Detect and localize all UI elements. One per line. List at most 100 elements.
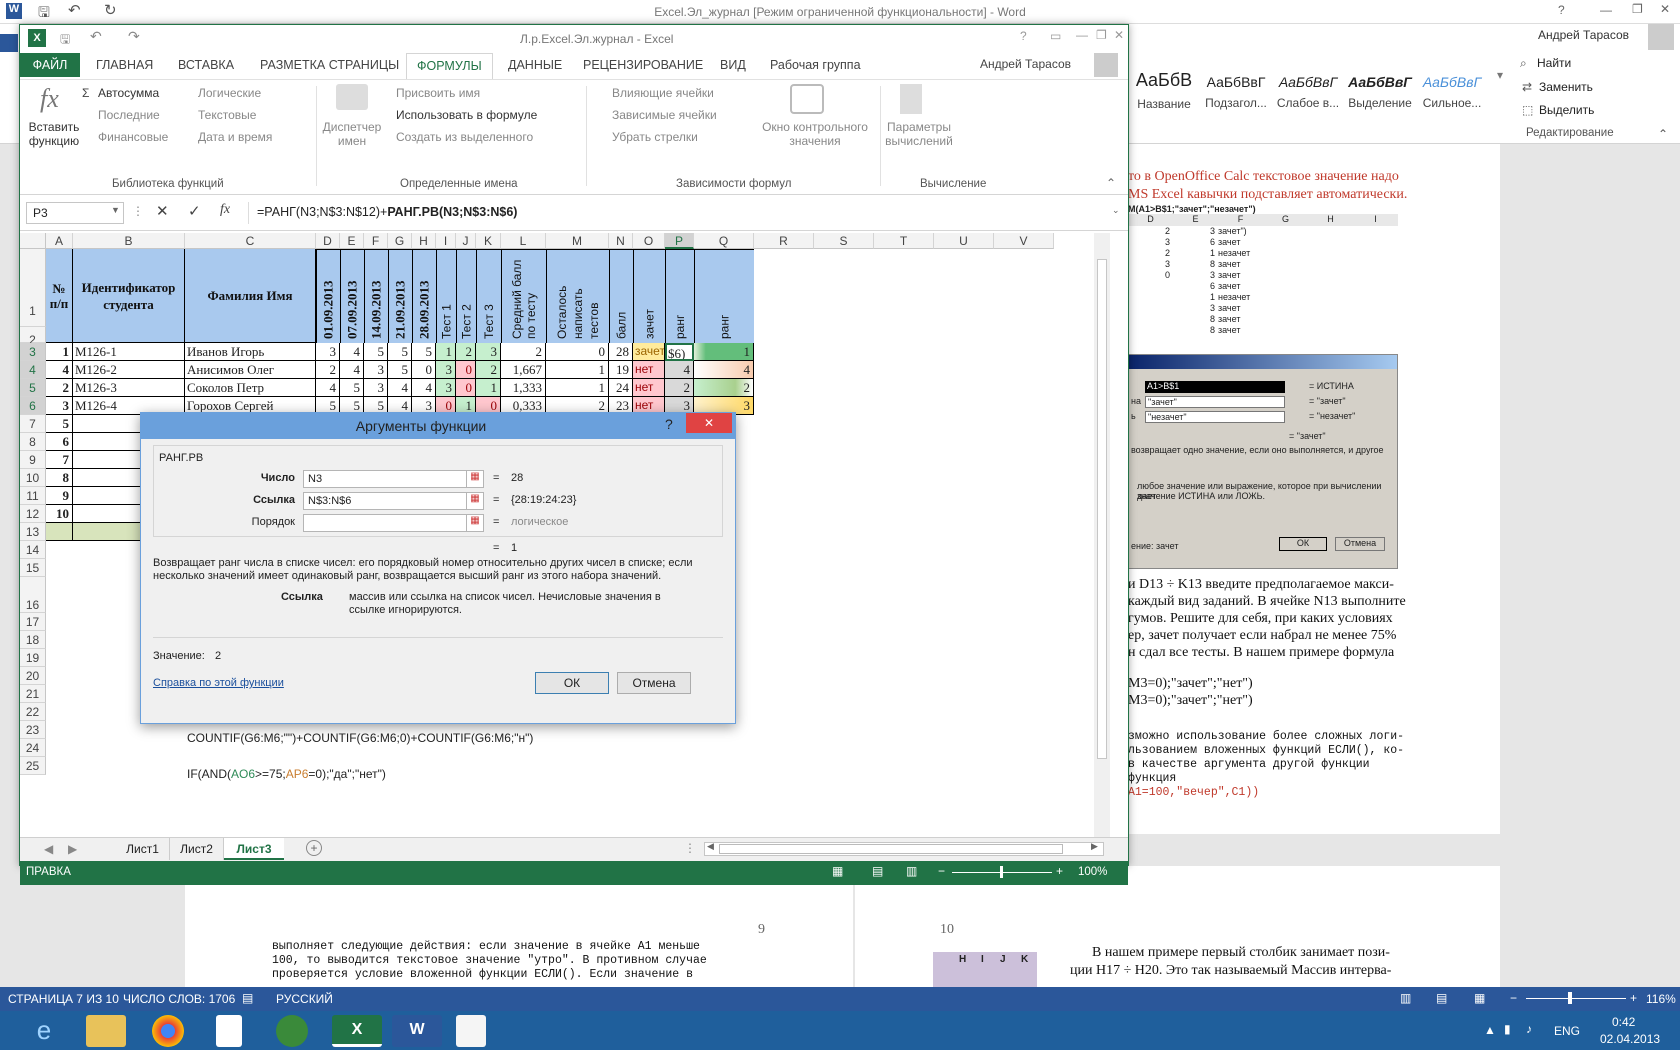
trace-dependents-button[interactable]: Зависимые ячейки bbox=[612, 108, 717, 122]
row-header[interactable]: 5 bbox=[20, 379, 46, 397]
row-header[interactable]: 2 bbox=[20, 327, 46, 347]
cell-tests-left[interactable]: 0 bbox=[546, 343, 609, 361]
cell-grade[interactable]: 2 bbox=[316, 361, 340, 379]
excel-help-icon[interactable]: ? bbox=[1020, 29, 1027, 43]
page-layout-view-icon[interactable]: ▤ bbox=[872, 864, 883, 878]
calc-options-button[interactable]: Параметры вычислений bbox=[884, 120, 954, 148]
word-taskbar-icon[interactable]: W bbox=[392, 1015, 442, 1047]
cell-grade[interactable]: 5 bbox=[412, 343, 436, 361]
zoom-slider-thumb[interactable] bbox=[1568, 992, 1572, 1004]
excel-redo-icon[interactable]: ↷ bbox=[128, 28, 140, 45]
header-date[interactable]: 21.09.2013 bbox=[388, 249, 412, 343]
row-header[interactable]: 4 bbox=[20, 361, 46, 379]
sheet-tab-2[interactable]: Лист2 bbox=[170, 838, 224, 860]
column-header[interactable]: N bbox=[609, 233, 633, 249]
row-header[interactable]: 14 bbox=[20, 541, 46, 559]
insert-function-button[interactable]: Вставить функцию bbox=[26, 120, 82, 148]
column-header[interactable]: S bbox=[814, 233, 874, 249]
use-in-formula-button[interactable]: Использовать в формуле bbox=[396, 108, 537, 122]
cell-grade[interactable]: 5 bbox=[364, 343, 388, 361]
help-link[interactable]: Справка по этой функции bbox=[153, 677, 284, 689]
tray-arrow-icon[interactable]: ▲ bbox=[1484, 1023, 1496, 1037]
formula-input[interactable]: =РАНГ(N3;N$3:N$12)+РАНГ.РВ(N3;N$3:N$6) bbox=[248, 202, 1118, 224]
trace-precedents-button[interactable]: Влияющие ячейки bbox=[612, 86, 714, 100]
input-language[interactable]: ENG bbox=[1554, 1024, 1580, 1038]
financial-button[interactable]: Финансовые bbox=[98, 130, 168, 144]
chrome-icon[interactable] bbox=[152, 1015, 184, 1047]
arg3-input[interactable] bbox=[303, 514, 467, 532]
excel-zoom-thumb[interactable] bbox=[1000, 866, 1003, 878]
datetime-button[interactable]: Дата и время bbox=[198, 130, 272, 144]
cell-a13[interactable] bbox=[46, 523, 73, 541]
select-all-corner[interactable] bbox=[20, 233, 46, 249]
explorer-icon[interactable] bbox=[86, 1015, 126, 1047]
header-test1[interactable]: Тест 1 bbox=[436, 249, 456, 343]
cell-test[interactable]: 0 bbox=[456, 361, 476, 379]
cell-number[interactable]: 9 bbox=[46, 487, 73, 505]
cell-grade[interactable]: 5 bbox=[340, 379, 364, 397]
arg3-collapse-icon[interactable]: ▦ bbox=[466, 514, 484, 532]
header-score[interactable]: балл bbox=[609, 249, 633, 343]
cell-avg[interactable]: 1,667 bbox=[501, 361, 546, 379]
cell-number[interactable]: 3 bbox=[46, 397, 73, 415]
autosum-button[interactable]: Автосумма bbox=[98, 86, 159, 100]
style-subtitle[interactable]: АаБбВвГ Подзагол... bbox=[1200, 64, 1272, 134]
read-mode-icon[interactable]: ▥ bbox=[1400, 991, 1411, 1005]
close-icon[interactable]: ✕ bbox=[1660, 2, 1670, 16]
row-header[interactable]: 9 bbox=[20, 451, 46, 469]
column-header[interactable]: Q bbox=[694, 233, 754, 249]
cell-grade[interactable]: 5 bbox=[388, 361, 412, 379]
blank-document-icon[interactable] bbox=[216, 1015, 242, 1047]
cell-tests-left[interactable]: 1 bbox=[546, 361, 609, 379]
select-button[interactable]: Выделить bbox=[1539, 103, 1594, 117]
row-header[interactable]: 11 bbox=[20, 487, 46, 505]
cell-score[interactable]: 28 bbox=[609, 343, 633, 361]
cell-grade[interactable]: 4 bbox=[340, 361, 364, 379]
column-header[interactable]: M bbox=[546, 233, 609, 249]
arg1-input[interactable] bbox=[303, 470, 467, 488]
column-header[interactable]: R bbox=[754, 233, 814, 249]
header-tests-left[interactable]: Осталось написать тестов bbox=[546, 249, 609, 343]
cell-tests-left[interactable]: 1 bbox=[546, 379, 609, 397]
ok-button[interactable]: ОК bbox=[535, 672, 609, 694]
expand-formula-bar-icon[interactable]: ⌄ bbox=[1112, 205, 1120, 216]
cell-rank-q[interactable]: 4 bbox=[694, 361, 754, 379]
row-header[interactable]: 17 bbox=[20, 613, 46, 631]
row-header[interactable]: 22 bbox=[20, 703, 46, 721]
cell-rank-p[interactable]: $6) bbox=[665, 343, 694, 361]
cell-grade[interactable]: 5 bbox=[388, 343, 412, 361]
header-pass[interactable]: зачет bbox=[633, 249, 665, 343]
cell-number[interactable]: 7 bbox=[46, 451, 73, 469]
define-name-button[interactable]: Присвоить имя bbox=[396, 86, 480, 100]
cell-student-id[interactable]: М126-1 bbox=[73, 343, 185, 361]
header-date[interactable]: 01.09.2013 bbox=[316, 249, 340, 343]
sheet-next-icon[interactable]: ▶ bbox=[68, 842, 77, 856]
row-header[interactable]: 24 bbox=[20, 739, 46, 757]
row-header[interactable]: 7 bbox=[20, 415, 46, 433]
notepad-icon[interactable] bbox=[456, 1015, 486, 1047]
create-from-selection-button[interactable]: Создать из выделенного bbox=[396, 130, 533, 144]
web-layout-icon[interactable]: ▦ bbox=[1474, 991, 1485, 1005]
column-header[interactable]: O bbox=[633, 233, 665, 249]
cancel-entry-icon[interactable]: ✕ bbox=[156, 202, 169, 220]
horizontal-scrollbar[interactable]: ◀ ▶ bbox=[704, 841, 1104, 856]
word-file-tab[interactable] bbox=[0, 34, 18, 52]
cell-student-id[interactable]: М126-3 bbox=[73, 379, 185, 397]
header-date[interactable]: 07.09.2013 bbox=[340, 249, 364, 343]
ie-icon[interactable]: e bbox=[24, 1015, 64, 1047]
header-avg-score[interactable]: Средний балл по тесту bbox=[501, 249, 546, 343]
tab-home[interactable]: ГЛАВНАЯ bbox=[96, 58, 153, 72]
cell-avg[interactable]: 1,333 bbox=[501, 379, 546, 397]
print-layout-icon[interactable]: ▤ bbox=[1436, 991, 1447, 1005]
watch-window-button[interactable]: Окно контрольного значения bbox=[760, 120, 870, 148]
cell-grade[interactable]: 4 bbox=[412, 379, 436, 397]
word-count[interactable]: ЧИСЛО СЛОВ: 1706 bbox=[123, 992, 235, 1006]
clock-date[interactable]: 02.04.2013 bbox=[1600, 1032, 1660, 1046]
dialog-title-bar[interactable]: Аргументы функции ? ✕ bbox=[141, 413, 735, 439]
row-header[interactable]: 23 bbox=[20, 721, 46, 739]
help-icon[interactable]: ? bbox=[1558, 3, 1565, 17]
arg2-input[interactable] bbox=[303, 492, 467, 510]
column-header[interactable]: V bbox=[994, 233, 1054, 249]
styles-more-icon[interactable]: ▾ bbox=[1497, 68, 1503, 82]
vertical-scroll-thumb[interactable] bbox=[1097, 259, 1107, 759]
